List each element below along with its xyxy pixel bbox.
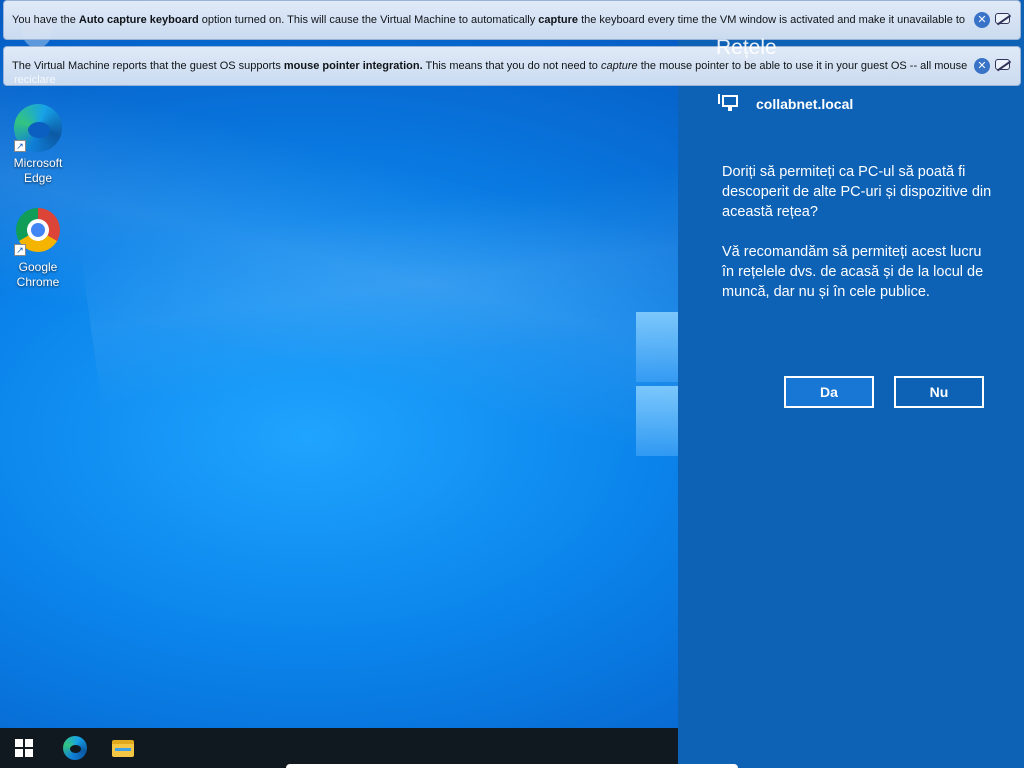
notification-message: You have the Auto capture keyboard optio… (12, 14, 972, 26)
edge-icon: ↗ (14, 104, 62, 152)
notification-text-segment: mouse pointer integration. (283, 60, 423, 72)
hide-hint-icon[interactable] (994, 58, 1012, 74)
taskbar-file-explorer-button[interactable] (99, 728, 147, 768)
wired-network-icon (718, 94, 740, 114)
desktop-icon-label: Microsoft Edge (13, 156, 63, 185)
shortcut-arrow-icon: ↗ (14, 244, 26, 256)
close-icon[interactable]: ✕ (974, 58, 990, 74)
notification-text-segment: The Virtual Machine reports that the gue… (12, 60, 284, 72)
notification-text-segment: You have the (12, 14, 79, 26)
notification-message: The Virtual Machine reports that the gue… (12, 60, 972, 72)
desktop-icon-edge[interactable]: ↗ Microsoft Edge (2, 104, 74, 186)
start-button[interactable] (0, 728, 48, 768)
notification-text-segment: capture (538, 14, 579, 26)
shortcut-arrow-icon: ↗ (14, 140, 26, 152)
taskbar-edge-button[interactable] (51, 728, 99, 768)
notification-text-segment: Auto capture keyboard (78, 14, 199, 26)
network-flyout: collabnet.local Doriți să permiteți ca P… (678, 0, 1024, 768)
desktop-icon-label: Google Chrome (16, 260, 60, 289)
network-name: collabnet.local (756, 96, 854, 112)
desktop-icon-chrome[interactable]: ↗ Google Chrome (2, 206, 74, 290)
notification-text-segment: This means that you do not need to (422, 60, 601, 72)
no-button[interactable]: Nu (894, 376, 984, 408)
notification-auto-capture: You have the Auto capture keyboard optio… (3, 0, 1021, 40)
notification-text-segment: option turned on. This will cause the Vi… (198, 14, 539, 26)
file-explorer-icon (112, 739, 134, 757)
chrome-icon: ↗ (14, 208, 62, 256)
discovery-question: Doriți să permiteți ca PC-ul să poată fi… (722, 164, 992, 220)
taskbar (0, 728, 678, 768)
notification-mouse-integration: The Virtual Machine reports that the gue… (3, 46, 1021, 86)
windows-start-icon (15, 739, 33, 757)
yes-button[interactable]: Da (784, 376, 874, 408)
scroll-indicator (286, 764, 738, 768)
network-item[interactable]: collabnet.local (718, 94, 853, 114)
discovery-recommendation: Vă recomandăm să permiteți acest lucru î… (722, 244, 984, 300)
hide-hint-icon[interactable] (994, 12, 1012, 28)
edge-icon (63, 736, 87, 760)
notification-text-segment: capture (600, 60, 638, 72)
close-icon[interactable]: ✕ (974, 12, 990, 28)
notification-text-segment: the mouse pointer to be able to use it i… (637, 60, 968, 72)
notification-text-segment: the keyboard every time the VM window is… (578, 14, 966, 26)
